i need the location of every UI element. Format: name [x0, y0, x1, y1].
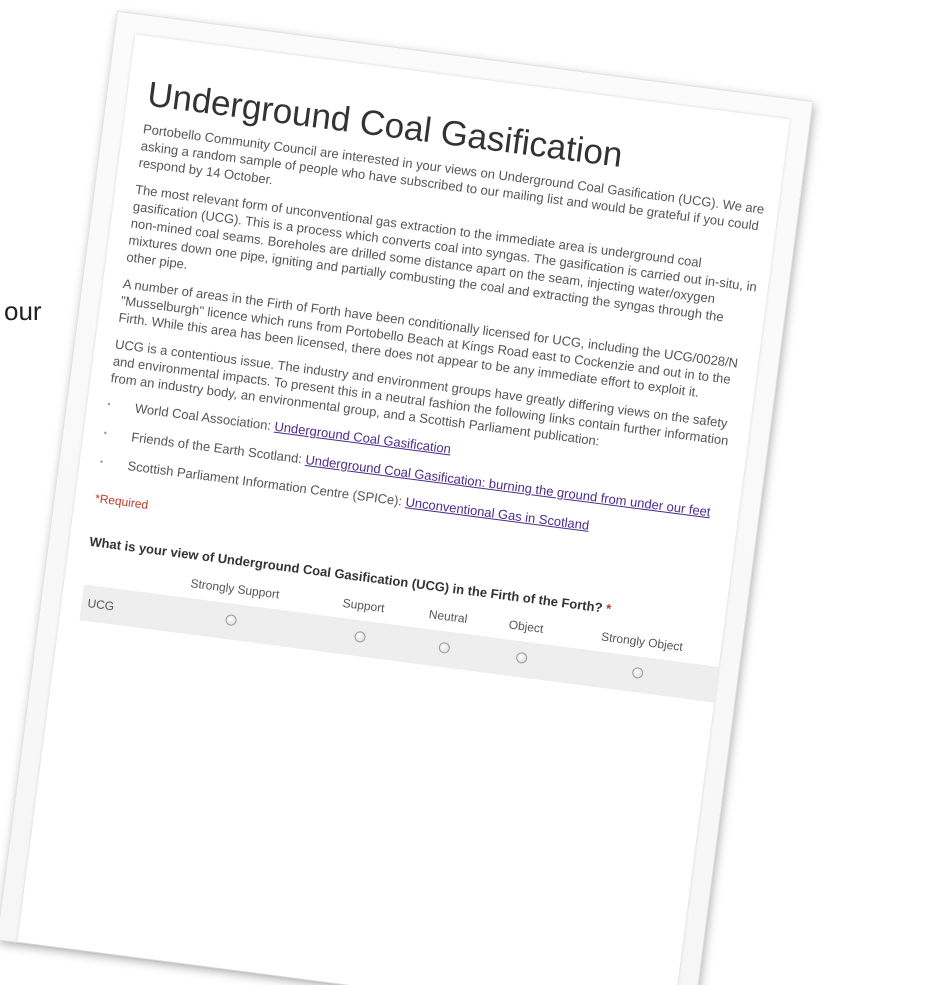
- screenshot-stage: our Underground Coal Gasification Portob…: [0, 0, 944, 985]
- link-source-label: World Coal Association:: [134, 400, 276, 434]
- radio-neutral[interactable]: [437, 641, 451, 654]
- survey-form: Underground Coal Gasification Portobello…: [79, 75, 775, 703]
- bullet-icon: •: [106, 398, 112, 410]
- radio-strongly-object[interactable]: [631, 666, 645, 679]
- background-text-fragment: our: [4, 296, 42, 326]
- bullet-icon: •: [99, 456, 104, 467]
- required-asterisk: *: [601, 600, 612, 617]
- bullet-icon: •: [103, 427, 108, 439]
- form-card: Underground Coal Gasification Portobello…: [0, 12, 813, 985]
- radio-strongly-support[interactable]: [224, 613, 238, 626]
- radio-support[interactable]: [353, 630, 366, 643]
- radio-object[interactable]: [515, 651, 529, 664]
